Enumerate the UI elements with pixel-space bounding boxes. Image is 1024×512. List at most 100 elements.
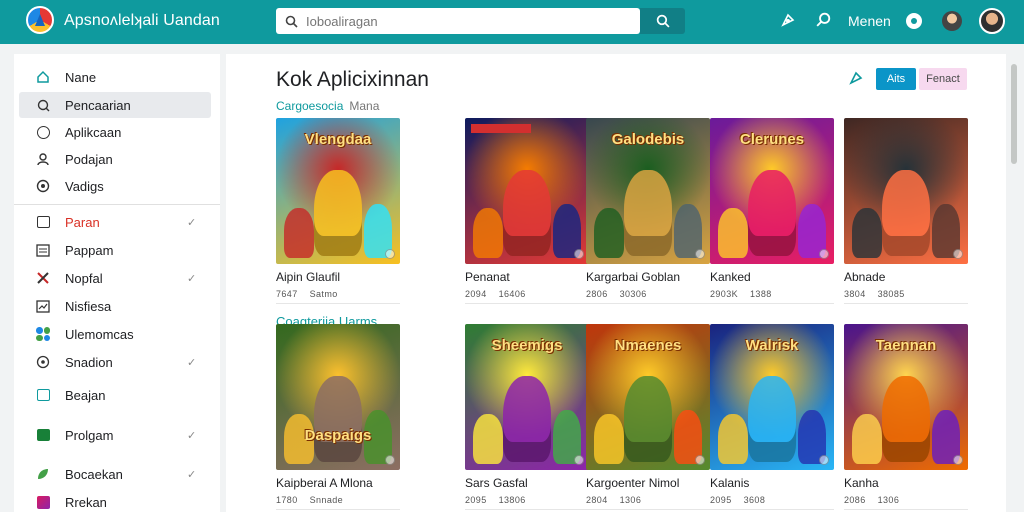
app-card[interactable]: Walrisk Kalanis 2095 3608 [710, 324, 834, 510]
app-thumbnail[interactable]: Clerunes [710, 118, 834, 264]
sidebar-item-label: Pappam [65, 242, 114, 258]
sidebar-item-nisfiesa[interactable]: Nisfiesa [19, 293, 211, 319]
app-thumbnail[interactable]: Vlengdaa [276, 118, 400, 264]
scrollbar[interactable] [1008, 54, 1020, 512]
character-figure [314, 376, 362, 462]
clover-icon [35, 326, 51, 342]
thumbnail-title-art: Daspaigs [304, 427, 372, 444]
app-thumbnail[interactable]: Daspaigs [276, 324, 400, 470]
app-thumbnail[interactable] [465, 118, 589, 264]
thumbnail-title-art: Sheemigs [491, 337, 563, 354]
sidebar-item-nane[interactable]: Nane [19, 64, 211, 90]
app-card[interactable]: Clerunes Kanked 2903K 1388 [710, 118, 834, 304]
search-bar[interactable] [276, 8, 640, 34]
check-icon: ✓ [187, 429, 197, 442]
info-badge-icon[interactable] [385, 249, 395, 259]
info-badge-icon[interactable] [574, 249, 584, 259]
info-badge-icon[interactable] [953, 455, 963, 465]
info-badge-icon[interactable] [574, 455, 584, 465]
sidebar-item-rrekan[interactable]: Rrekan [19, 489, 211, 512]
sidebar-item-bocaekan[interactable]: Bocaekan ✓ [19, 461, 211, 487]
secondary-action-button[interactable]: Fenact [919, 68, 967, 90]
app-meta-size: 30306 [619, 289, 647, 299]
app-card[interactable]: Daspaigs Kaipberai A Mlona 1780 Snnade [276, 324, 400, 510]
app-thumbnail[interactable]: Walrisk [710, 324, 834, 470]
sidebar-item-paran[interactable]: Paran ✓ [19, 209, 211, 235]
target-icon [35, 354, 51, 370]
card-divider [586, 509, 710, 510]
app-meta-count: 2095 [710, 495, 732, 505]
app-card[interactable]: Penanat 2094 16406 [465, 118, 589, 304]
search-icon [35, 97, 51, 113]
home-icon [35, 69, 51, 85]
search-input[interactable] [306, 13, 626, 29]
card-divider [465, 509, 589, 510]
sidebar-item-pappam[interactable]: Pappam [19, 237, 211, 263]
character-figure [314, 170, 362, 256]
character-figure [852, 208, 882, 258]
app-card[interactable]: Nmaenes Kargoenter Nimol 2804 1306 [586, 324, 710, 510]
sidebar-item-vadigs[interactable]: Vadigs [19, 173, 211, 199]
app-title[interactable]: Sars Gasfal [465, 476, 589, 490]
sidebar-item-aplikcaan[interactable]: Aplikcaan [19, 119, 211, 145]
app-title[interactable]: Aipin Glaufil [276, 270, 400, 284]
sidebar-item-pencaarian[interactable]: Pencaarian [19, 92, 211, 118]
app-title[interactable]: Kaipberai A Mlona [276, 476, 400, 490]
app-thumbnail[interactable] [844, 118, 968, 264]
sidebar-item-snadion[interactable]: Snadion ✓ [19, 349, 211, 375]
sidebar-item-label: Bocaekan [65, 466, 123, 482]
settings-dot-icon[interactable] [906, 13, 922, 29]
app-thumbnail[interactable]: Sheemigs [465, 324, 589, 470]
sidebar-item-beajan[interactable]: Beajan [19, 382, 211, 408]
app-title[interactable]: Kanked [710, 270, 834, 284]
character-figure [594, 414, 624, 464]
app-thumbnail[interactable]: Galodebis [586, 118, 710, 264]
info-badge-icon[interactable] [819, 455, 829, 465]
leaf-icon [35, 466, 51, 482]
info-badge-icon[interactable] [695, 455, 705, 465]
app-thumbnail[interactable]: Nmaenes [586, 324, 710, 470]
puzzle-icon[interactable] [778, 12, 798, 32]
card-icon [35, 387, 51, 403]
sidebar-item-nopfal[interactable]: Nopfal ✓ [19, 265, 211, 291]
list-icon [35, 242, 51, 258]
character-figure [473, 208, 503, 258]
info-badge-icon[interactable] [953, 249, 963, 259]
app-card[interactable]: Taennan Kanha 2086 1306 [844, 324, 968, 510]
app-title[interactable]: Kargoenter Nimol [586, 476, 710, 490]
app-meta-size: Snnade [309, 495, 344, 505]
app-card[interactable]: Galodebis Kargarbai Goblan 2806 30306 [586, 118, 710, 304]
app-meta-count: 2804 [586, 495, 608, 505]
sidebar-item-label: Vadigs [65, 178, 104, 194]
app-meta-size: 16406 [498, 289, 526, 299]
user-avatar[interactable] [979, 8, 1005, 34]
app-thumbnail[interactable]: Taennan [844, 324, 968, 470]
app-meta-size: 3608 [743, 495, 766, 505]
magnifier-icon[interactable] [813, 12, 833, 32]
character-figure [882, 170, 930, 256]
sidebar-item-prolgam[interactable]: Prolgam ✓ [19, 422, 211, 448]
primary-action-button[interactable]: Aits [876, 68, 916, 90]
app-title[interactable]: Penanat [465, 270, 589, 284]
app-title[interactable]: Kalanis [710, 476, 834, 490]
check-icon: ✓ [187, 468, 197, 481]
thumbnail-title-art: Vlengdaa [304, 131, 372, 148]
app-logo-icon[interactable] [26, 6, 54, 34]
info-badge-icon[interactable] [819, 249, 829, 259]
app-meta-size: 38085 [877, 289, 905, 299]
info-badge-icon[interactable] [385, 455, 395, 465]
app-card[interactable]: Sheemigs Sars Gasfal 2095 13806 [465, 324, 589, 510]
sidebar-item-ulemomcas[interactable]: Ulemomcas [19, 321, 211, 347]
menu-label[interactable]: Menen [848, 13, 891, 29]
account-switch-avatar[interactable] [942, 11, 962, 31]
app-title[interactable]: Abnade [844, 270, 968, 284]
info-badge-icon[interactable] [695, 249, 705, 259]
app-card[interactable]: Abnade 3804 38085 [844, 118, 968, 304]
share-icon[interactable] [848, 70, 864, 90]
sidebar-item-podajan[interactable]: Podajan [19, 146, 211, 172]
scrollbar-thumb[interactable] [1011, 64, 1017, 164]
search-button[interactable] [640, 8, 685, 34]
app-title[interactable]: Kargarbai Goblan [586, 270, 710, 284]
app-card[interactable]: Vlengdaa Aipin Glaufil 7647 Satmo [276, 118, 400, 304]
app-title[interactable]: Kanha [844, 476, 968, 490]
